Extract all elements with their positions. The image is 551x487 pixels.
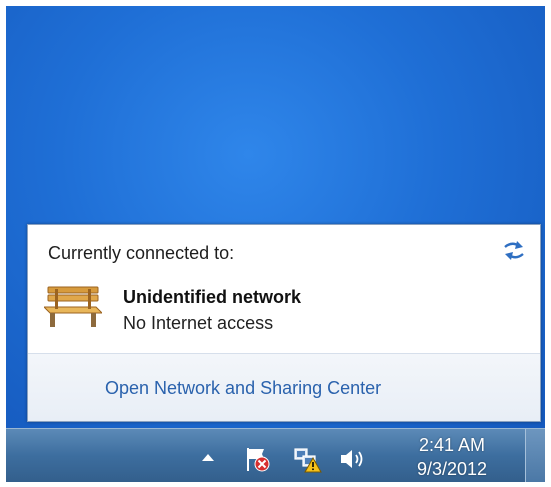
open-network-sharing-center-link[interactable]: Open Network and Sharing Center bbox=[105, 378, 381, 399]
show-desktop-button[interactable] bbox=[525, 429, 545, 482]
clock-time: 2:41 AM bbox=[418, 435, 486, 455]
screen: Currently connected to: Unidentified net… bbox=[0, 0, 551, 487]
network-status: No Internet access bbox=[123, 313, 274, 333]
taskbar-clock[interactable]: 2:41 AM 9/3/2012 bbox=[394, 434, 510, 479]
flyout-footer: Open Network and Sharing Center bbox=[28, 353, 540, 421]
show-hidden-icons-arrow-icon[interactable] bbox=[200, 451, 216, 463]
refresh-arrows-icon[interactable] bbox=[499, 237, 529, 265]
network-flyout: Currently connected to: Unidentified net… bbox=[27, 224, 541, 422]
network-warning-icon[interactable] bbox=[291, 445, 323, 473]
taskbar: 2:41 AM 9/3/2012 bbox=[6, 428, 545, 482]
network-name: Unidentified network bbox=[123, 287, 302, 307]
connected-heading: Currently connected to: bbox=[48, 243, 235, 263]
flyout-content: Currently connected to: Unidentified net… bbox=[28, 225, 540, 353]
clock-date: 9/3/2012 bbox=[416, 459, 488, 479]
action-center-flag-error-icon[interactable] bbox=[242, 445, 272, 473]
bench-icon bbox=[42, 285, 104, 329]
volume-icon[interactable] bbox=[338, 446, 368, 472]
